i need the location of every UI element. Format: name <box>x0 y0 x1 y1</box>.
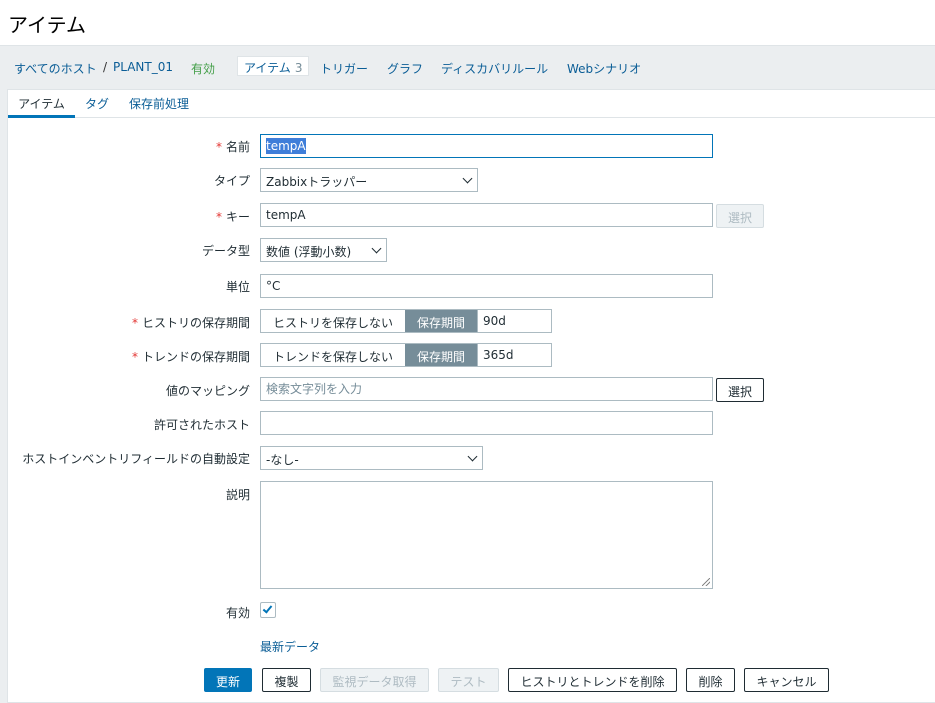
nav-web-scenarios[interactable]: Webシナリオ <box>567 60 641 77</box>
type-select-value: Zabbixトラッパー <box>266 175 368 189</box>
value-mapping-label: 値のマッピング <box>165 384 250 398</box>
required-mark: * <box>131 316 138 330</box>
trends-do-not-keep-option[interactable]: トレンドを保存しない <box>261 344 406 366</box>
checkmark-icon <box>262 603 273 614</box>
history-mode-toggle: ヒストリを保存しない 保存期間 <box>260 309 479 333</box>
page-header: アイテム <box>0 0 935 46</box>
name-label: * 名前 <box>216 138 250 155</box>
value-mapping-input[interactable] <box>260 377 713 401</box>
cancel-button[interactable]: キャンセル <box>744 668 829 692</box>
item-form-panel: アイテム タグ 保存前処理 * 名前 tempA タイプ Zabbixトラッパー … <box>7 89 935 703</box>
allowed-hosts-label: 許可されたホスト <box>153 418 250 432</box>
breadcrumb-all-hosts[interactable]: すべてのホスト <box>14 60 97 77</box>
data-type-label: データ型 <box>201 244 250 258</box>
host-status[interactable]: 有効 <box>191 60 215 77</box>
enabled-checkbox[interactable] <box>260 602 276 618</box>
resize-grip-icon[interactable] <box>702 578 710 586</box>
name-input-value: tempA <box>266 138 306 154</box>
clear-history-trends-button[interactable]: ヒストリとトレンドを削除 <box>508 668 677 692</box>
history-storage-period-option[interactable]: 保存期間 <box>405 310 478 332</box>
value-mapping-select-button[interactable]: 選択 <box>716 378 764 402</box>
nav-graphs[interactable]: グラフ <box>387 60 423 77</box>
page-title: アイテム <box>8 13 86 37</box>
breadcrumb: すべてのホスト / PLANT_01 有効 アイテム 3 トリガー グラフ ディス… <box>0 47 935 89</box>
inventory-field-label: ホストインベントリフィールドの自動設定 <box>22 452 250 466</box>
breadcrumb-separator: / <box>103 60 108 74</box>
chevron-down-icon <box>371 243 382 254</box>
required-mark: * <box>215 140 222 154</box>
trends-label: * トレンドの保存期間 <box>132 348 250 365</box>
trends-period-input[interactable] <box>477 343 552 367</box>
breadcrumb-host[interactable]: PLANT_01 <box>113 60 173 74</box>
latest-data-link[interactable]: 最新データ <box>260 638 320 655</box>
type-label: タイプ <box>213 174 250 188</box>
test-button[interactable]: テスト <box>438 668 499 692</box>
nav-items-count: 3 <box>294 61 303 75</box>
trends-mode-toggle: トレンドを保存しない 保存期間 <box>260 343 479 367</box>
nav-discovery-rules[interactable]: ディスカバリルール <box>441 60 548 77</box>
data-type-select-value: 数値 (浮動小数) <box>266 245 352 259</box>
allowed-hosts-input[interactable] <box>260 411 713 435</box>
chevron-down-icon <box>467 451 478 462</box>
nav-triggers[interactable]: トリガー <box>320 60 368 77</box>
nav-items-label: アイテム <box>244 61 291 75</box>
key-input[interactable] <box>260 203 713 227</box>
description-label: 説明 <box>225 488 250 502</box>
nav-items-tab[interactable]: アイテム 3 <box>237 56 310 76</box>
tab-tags[interactable]: タグ <box>85 95 109 112</box>
name-input[interactable]: tempA <box>260 134 713 158</box>
enabled-label: 有効 <box>225 606 250 620</box>
execute-now-button[interactable]: 監視データ取得 <box>320 668 429 692</box>
type-select[interactable]: Zabbixトラッパー <box>260 168 478 192</box>
chevron-down-icon <box>462 173 473 184</box>
units-input[interactable] <box>260 274 713 298</box>
units-label: 単位 <box>225 280 250 294</box>
trends-storage-period-option[interactable]: 保存期間 <box>405 344 478 366</box>
key-select-button[interactable]: 選択 <box>716 204 764 228</box>
history-do-not-keep-option[interactable]: ヒストリを保存しない <box>261 310 406 332</box>
required-mark: * <box>215 210 222 224</box>
tab-preprocessing[interactable]: 保存前処理 <box>129 95 189 112</box>
clone-button[interactable]: 複製 <box>262 668 311 692</box>
update-button[interactable]: 更新 <box>204 668 252 692</box>
required-mark: * <box>131 350 138 364</box>
key-label: * キー <box>216 208 250 225</box>
trends-label-text: トレンドの保存期間 <box>141 350 250 364</box>
tab-item[interactable]: アイテム <box>8 90 75 118</box>
inventory-field-select-value: -なし- <box>266 453 299 467</box>
inventory-field-select[interactable]: -なし- <box>260 446 483 470</box>
name-label-text: 名前 <box>225 140 250 154</box>
delete-button[interactable]: 削除 <box>686 668 735 692</box>
history-label: * ヒストリの保存期間 <box>132 314 250 331</box>
history-period-input[interactable] <box>477 309 552 333</box>
history-label-text: ヒストリの保存期間 <box>141 316 250 330</box>
key-label-text: キー <box>225 210 250 224</box>
description-textarea[interactable] <box>260 481 713 589</box>
form-tabs: アイテム タグ 保存前処理 <box>8 90 935 118</box>
data-type-select[interactable]: 数値 (浮動小数) <box>260 238 387 262</box>
